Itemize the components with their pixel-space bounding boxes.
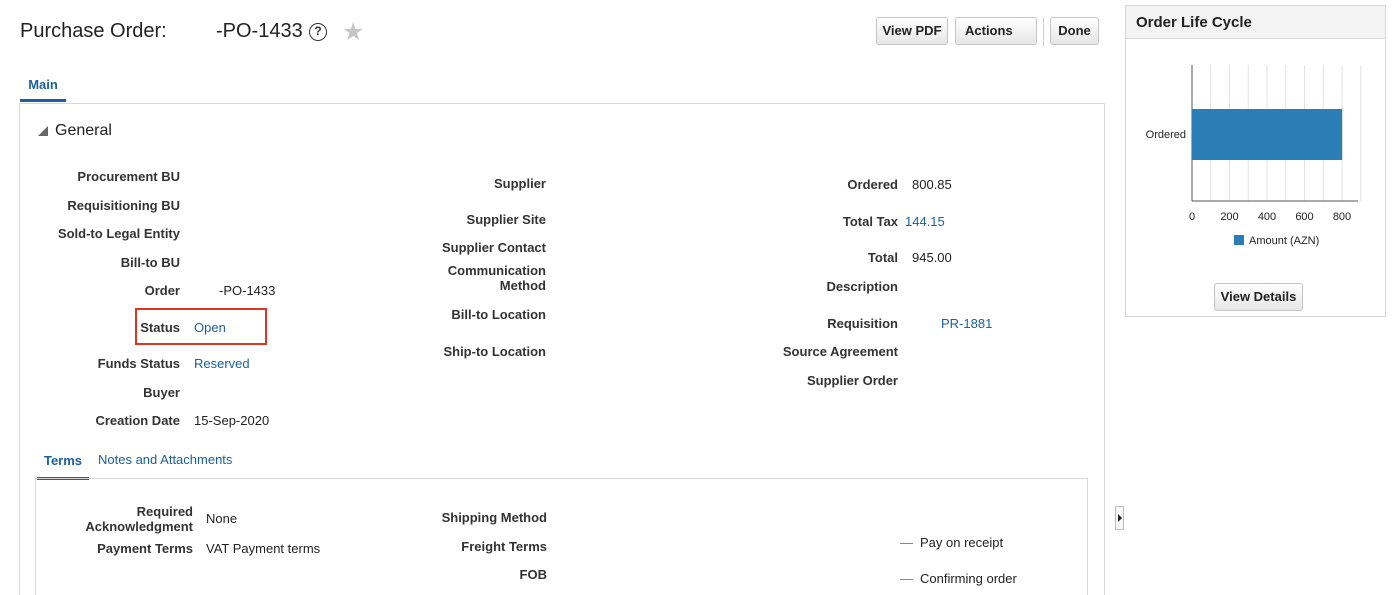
expand-arrow-icon [1118,514,1122,522]
legend-label: Amount (AZN) [1249,235,1319,247]
label-freight-terms: Freight Terms [461,539,547,554]
required-acknowledgment-value: None [206,511,238,526]
help-icon[interactable]: ? [309,23,327,41]
dash-marker: — [900,535,913,550]
order-life-cycle-title: Order Life Cycle [1136,14,1252,31]
collapse-triangle-icon[interactable] [38,126,48,136]
label-total-tax: Total Tax [842,214,898,229]
label-ordered: Ordered [847,177,898,192]
tab-terms[interactable]: Terms [37,450,89,480]
creation-date-value: 15-Sep-2020 [194,413,270,428]
bar-ordered [1192,109,1343,160]
label-supplier-site: Supplier Site [466,212,546,227]
dash-marker: — [900,571,913,586]
total-tax-link[interactable]: 144.15 [905,214,945,229]
label-supplier-contact: Supplier Contact [441,240,546,255]
label-supplier: Supplier [493,176,546,191]
done-button[interactable]: Done [1050,17,1099,45]
x-tick-label: 200 [1220,211,1238,223]
payment-terms-value: VAT Payment terms [206,541,321,556]
label-buyer: Buyer [143,385,180,400]
page-title: Purchase Order: [20,20,167,42]
order-life-cycle-chart: Ordered 0 200 400 600 800 Amount (AZN) [1146,65,1362,247]
pay-on-receipt-text: Pay on receipt [920,535,1004,550]
label-source-agreement: Source Agreement [782,344,898,359]
label-creation-date: Creation Date [95,413,180,428]
label-required-acknowledgment: Required Acknowledgment [85,504,193,534]
x-tick-label: 0 [1189,211,1195,223]
ordered-value: 800.85 [912,177,952,192]
toolbar-separator [1043,17,1044,47]
label-funds-status: Funds Status [97,356,180,371]
label-description: Description [826,279,898,294]
label-supplier-order: Supplier Order [806,373,898,388]
confirming-order-text: Confirming order [920,571,1017,586]
label-procurement-bu: Procurement BU [77,169,180,184]
funds-status-link[interactable]: Reserved [194,356,250,371]
total-value: 945.00 [912,250,952,265]
label-requisitioning-bu: Requisitioning BU [67,198,180,213]
status-highlight-box [135,308,267,345]
label-total: Total [867,250,898,265]
actions-button[interactable]: Actions [955,17,1037,45]
favorite-star-icon[interactable]: ★ [342,17,364,47]
po-number: -PO-1433 [216,20,303,42]
label-bill-to-bu: Bill-to BU [120,255,180,270]
label-ship-to-location: Ship-to Location [443,344,546,359]
x-tick-label: 600 [1295,211,1313,223]
general-section-title: General [55,122,112,139]
requisition-link[interactable]: PR-1881 [941,316,992,331]
tab-notes-and-attachments[interactable]: Notes and Attachments [98,450,232,470]
label-fob: FOB [519,567,547,582]
label-sold-to-legal-entity: Sold-to Legal Entity [57,226,180,241]
label-shipping-method: Shipping Method [441,510,547,525]
label-communication-method: Communication Method [447,263,546,293]
view-details-button[interactable]: View Details [1214,283,1303,311]
label-order: Order [144,283,180,298]
category-label-ordered: Ordered [1146,129,1186,141]
label-payment-terms: Payment Terms [97,541,193,556]
tab-main[interactable]: Main [20,72,66,102]
label-requisition: Requisition [827,316,898,331]
view-pdf-button[interactable]: View PDF [876,17,948,45]
legend-swatch [1234,235,1244,245]
label-bill-to-location: Bill-to Location [451,307,546,322]
order-value: -PO-1433 [219,283,276,298]
x-tick-label: 800 [1333,211,1351,223]
x-tick-label: 400 [1258,211,1276,223]
